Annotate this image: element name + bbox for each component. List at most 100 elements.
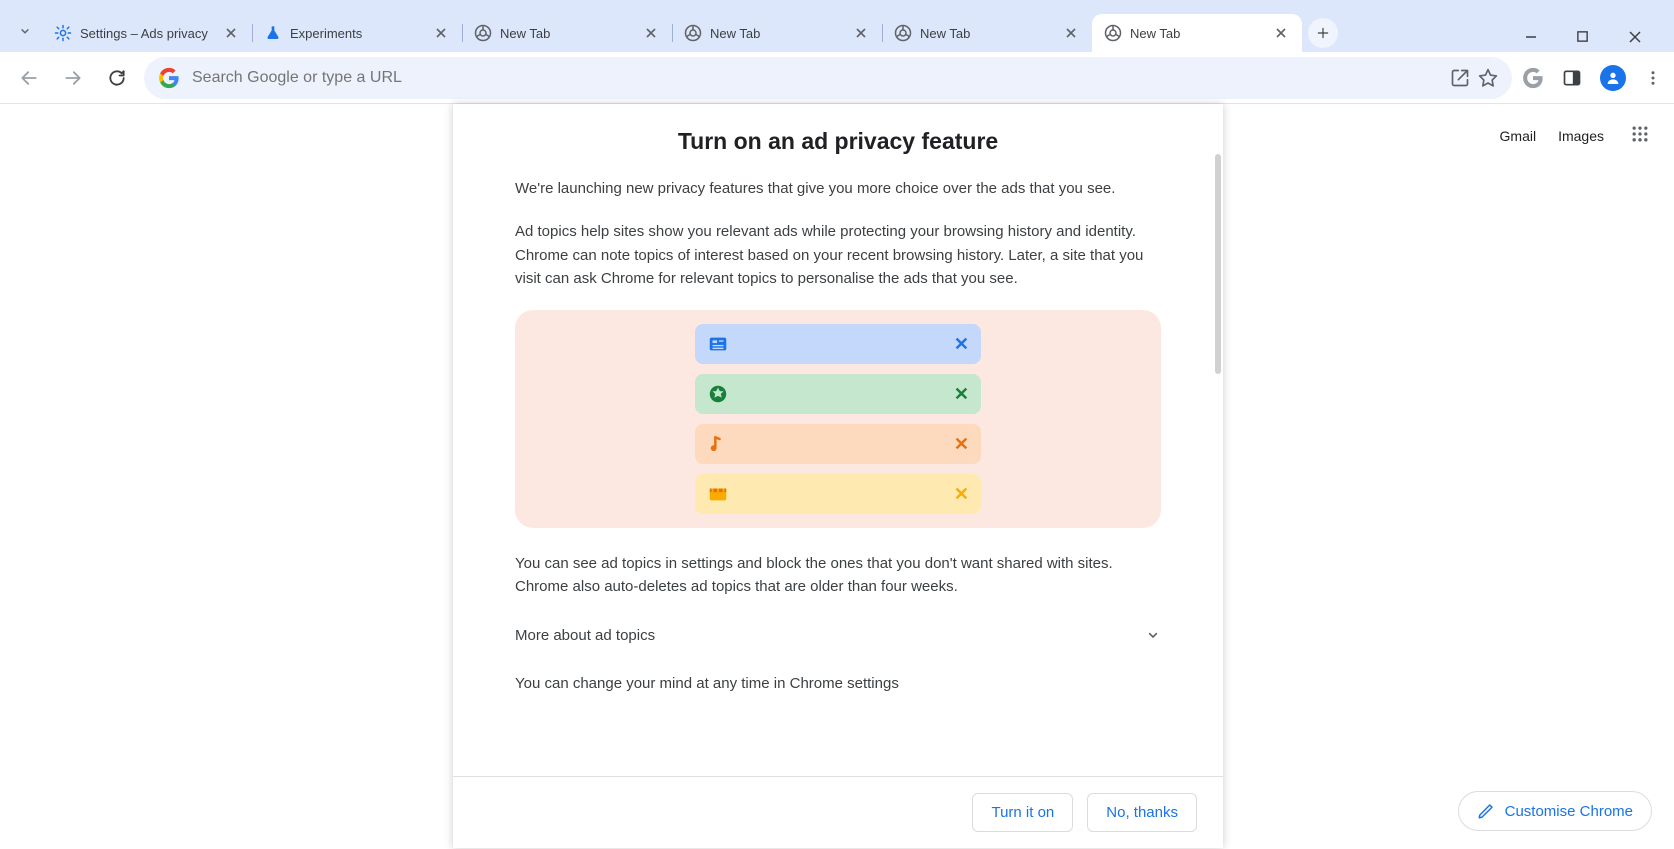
chrome-menu-button[interactable] xyxy=(1644,69,1662,87)
chrome-icon xyxy=(1104,24,1122,42)
dialog-paragraph-2: Ad topics help sites show you relevant a… xyxy=(515,220,1161,290)
dialog-paragraph-3: You can see ad topics in settings and bl… xyxy=(515,552,1161,599)
tab-title: Experiments xyxy=(290,26,424,41)
images-link[interactable]: Images xyxy=(1558,128,1604,144)
kebab-menu-icon xyxy=(1644,69,1662,87)
tab-close-button[interactable] xyxy=(432,24,450,42)
arrow-right-icon xyxy=(63,68,83,88)
dialog-illustration: ✕ ✕ ✕ ✕ xyxy=(515,310,1161,528)
chip-close-icon: ✕ xyxy=(954,334,969,355)
tab-close-button[interactable] xyxy=(852,24,870,42)
tab-strip: Settings – Ads privacy Experiments New T… xyxy=(0,0,1674,52)
person-icon xyxy=(1605,70,1621,86)
chevron-down-icon xyxy=(18,24,32,38)
google-account-icon[interactable] xyxy=(1522,67,1544,89)
apps-grid-icon xyxy=(1630,124,1650,144)
minimize-icon xyxy=(1524,30,1538,44)
tab-settings-ads-privacy[interactable]: Settings – Ads privacy xyxy=(42,14,252,52)
topic-chip-music: ✕ xyxy=(695,424,981,464)
address-bar[interactable] xyxy=(144,57,1512,99)
chip-close-icon: ✕ xyxy=(954,384,969,405)
profile-avatar-button[interactable] xyxy=(1600,65,1626,91)
tab-title: New Tab xyxy=(500,26,634,41)
address-input[interactable] xyxy=(192,69,1438,87)
browser-toolbar xyxy=(0,52,1674,104)
dialog-scrollbar[interactable] xyxy=(1215,154,1221,374)
tab-title: New Tab xyxy=(920,26,1054,41)
close-icon xyxy=(856,28,866,38)
tab-new-tab-active[interactable]: New Tab xyxy=(1092,14,1302,52)
window-close-button[interactable] xyxy=(1628,30,1654,44)
dialog-paragraph-4: You can change your mind at any time in … xyxy=(515,672,1161,695)
maximize-icon xyxy=(1576,30,1589,43)
tab-new-tab-2[interactable]: New Tab xyxy=(672,14,882,52)
tab-title: Settings – Ads privacy xyxy=(80,26,214,41)
window-minimize-button[interactable] xyxy=(1524,30,1550,44)
extension-icons xyxy=(1522,65,1662,91)
customise-chrome-button[interactable]: Customise Chrome xyxy=(1458,791,1652,831)
close-icon xyxy=(646,28,656,38)
forward-button[interactable] xyxy=(56,61,90,95)
star-icon xyxy=(1478,68,1498,88)
reload-icon xyxy=(107,68,127,88)
new-tab-button[interactable] xyxy=(1308,18,1338,48)
movie-icon xyxy=(707,483,729,505)
tab-title: New Tab xyxy=(710,26,844,41)
bookmark-button[interactable] xyxy=(1478,68,1498,88)
sports-icon xyxy=(707,383,729,405)
close-icon xyxy=(1628,30,1642,44)
google-g-icon xyxy=(158,67,180,89)
tab-close-button[interactable] xyxy=(1062,24,1080,42)
arrow-left-icon xyxy=(19,68,39,88)
google-apps-button[interactable] xyxy=(1630,124,1650,144)
side-panel-icon xyxy=(1562,68,1582,88)
flask-icon xyxy=(264,24,282,42)
reload-button[interactable] xyxy=(100,61,134,95)
settings-gear-icon xyxy=(54,24,72,42)
search-tabs-button[interactable] xyxy=(8,14,42,48)
tab-close-button[interactable] xyxy=(1272,24,1290,42)
tab-close-button[interactable] xyxy=(642,24,660,42)
tab-new-tab-3[interactable]: New Tab xyxy=(882,14,1092,52)
side-panel-button[interactable] xyxy=(1562,68,1582,88)
window-controls xyxy=(1524,30,1654,44)
topic-chip-movies: ✕ xyxy=(695,474,981,514)
topic-chip-sports: ✕ xyxy=(695,374,981,414)
music-icon xyxy=(707,433,727,455)
chrome-icon xyxy=(894,24,912,42)
chip-close-icon: ✕ xyxy=(954,434,969,455)
topic-chip-news: ✕ xyxy=(695,324,981,364)
tab-title: New Tab xyxy=(1130,26,1264,41)
more-about-ad-topics-toggle[interactable]: More about ad topics xyxy=(515,619,1161,652)
share-button[interactable] xyxy=(1450,68,1470,88)
top-links: Gmail Images xyxy=(1500,128,1604,144)
chevron-down-icon xyxy=(1145,627,1161,643)
ad-privacy-dialog: Turn on an ad privacy feature We're laun… xyxy=(453,104,1223,848)
gmail-link[interactable]: Gmail xyxy=(1500,128,1537,144)
close-icon xyxy=(1276,28,1286,38)
close-icon xyxy=(1066,28,1076,38)
customise-chrome-label: Customise Chrome xyxy=(1505,803,1633,820)
news-icon xyxy=(707,333,729,355)
more-about-label: More about ad topics xyxy=(515,627,655,644)
plus-icon xyxy=(1316,26,1330,40)
close-icon xyxy=(226,28,236,38)
back-button[interactable] xyxy=(12,61,46,95)
tab-experiments[interactable]: Experiments xyxy=(252,14,462,52)
pencil-icon xyxy=(1477,802,1495,820)
turn-it-on-button[interactable]: Turn it on xyxy=(972,793,1073,832)
tabs-container: Settings – Ads privacy Experiments New T… xyxy=(42,8,1494,52)
dialog-paragraph-1: We're launching new privacy features tha… xyxy=(515,177,1161,200)
dialog-title: Turn on an ad privacy feature xyxy=(515,128,1161,155)
chrome-icon xyxy=(474,24,492,42)
tab-close-button[interactable] xyxy=(222,24,240,42)
chrome-icon xyxy=(684,24,702,42)
dialog-body: Turn on an ad privacy feature We're laun… xyxy=(453,104,1223,776)
dialog-footer: Turn it on No, thanks xyxy=(453,776,1223,848)
no-thanks-button[interactable]: No, thanks xyxy=(1087,793,1197,832)
tab-new-tab-1[interactable]: New Tab xyxy=(462,14,672,52)
window-maximize-button[interactable] xyxy=(1576,30,1602,44)
chip-close-icon: ✕ xyxy=(954,484,969,505)
share-icon xyxy=(1450,68,1470,88)
close-icon xyxy=(436,28,446,38)
